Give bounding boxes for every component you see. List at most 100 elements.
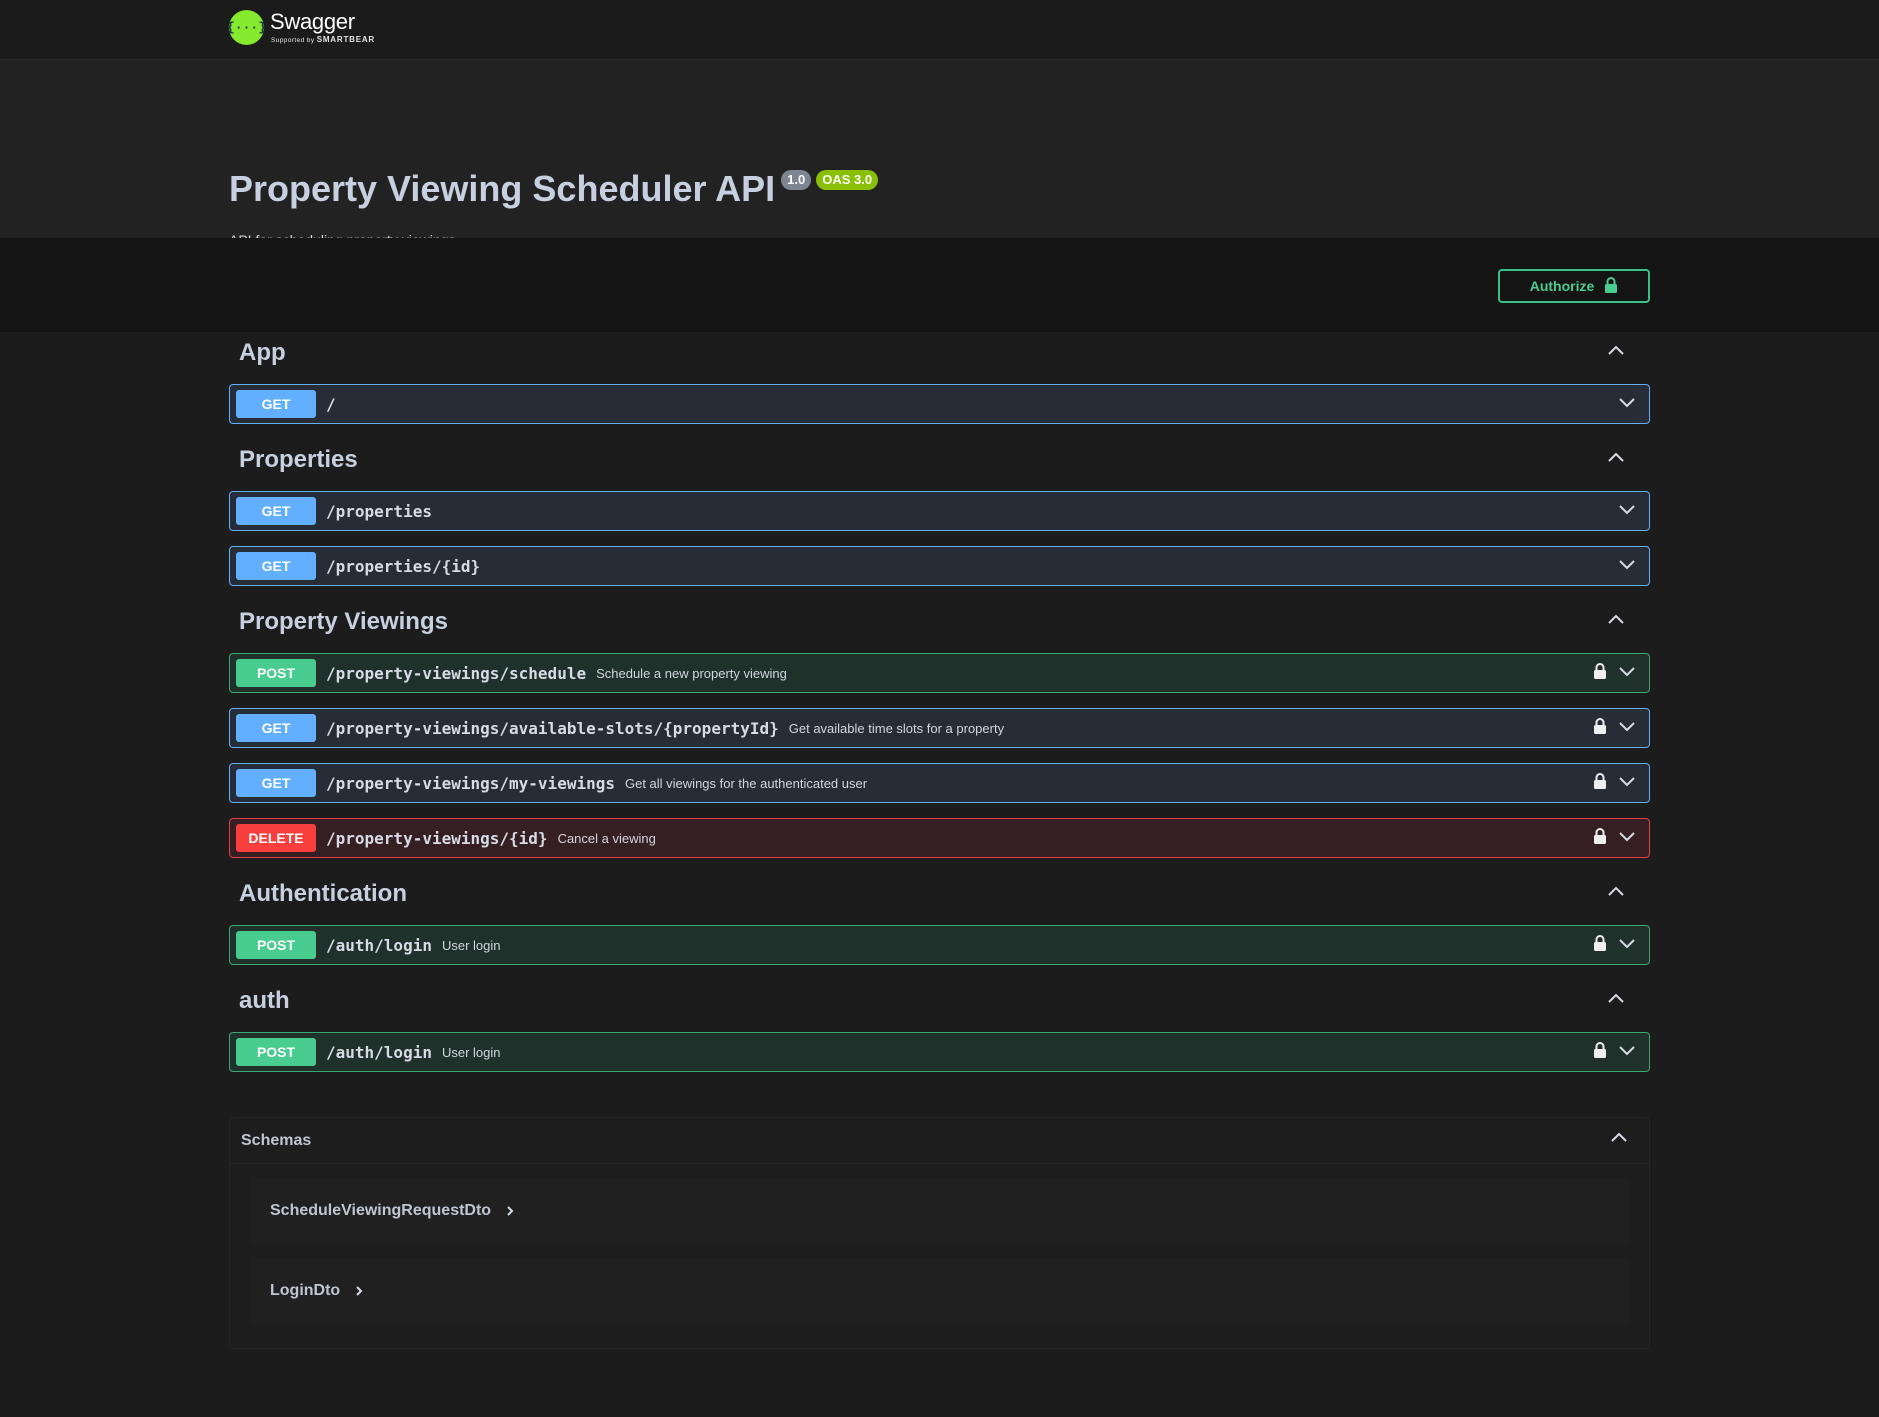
- method-badge: GET: [236, 390, 316, 418]
- method-badge: POST: [236, 1038, 316, 1066]
- operation-path: /property-viewings/schedule: [326, 663, 587, 683]
- lock-icon[interactable]: [1593, 1041, 1607, 1064]
- operation-summary: Schedule a new property viewing: [596, 665, 787, 681]
- model-name: LoginDto: [270, 1282, 341, 1299]
- operation-path: /: [326, 394, 336, 414]
- lock-icon[interactable]: [1593, 827, 1607, 850]
- chevron-up-icon[interactable]: [1606, 341, 1626, 366]
- operation-controls: [1617, 385, 1637, 423]
- operation-summary: User login: [441, 1044, 501, 1060]
- method-badge: POST: [236, 931, 316, 959]
- chevron-down-icon[interactable]: [1617, 933, 1637, 958]
- method-badge: POST: [236, 659, 316, 687]
- chevron-up-icon[interactable]: [1606, 882, 1626, 907]
- operation-controls: [1593, 654, 1637, 692]
- tag-name: App: [239, 339, 286, 366]
- chevron-down-icon[interactable]: [1617, 771, 1637, 796]
- operation-path: /property-viewings/available-slots/{prop…: [326, 718, 779, 738]
- tag-section-authentication: Authentication POST /auth/login User logi…: [229, 873, 1650, 965]
- lock-icon[interactable]: [1593, 934, 1607, 957]
- operation-summary: User login: [441, 937, 501, 953]
- authorize-label: Authorize: [1529, 278, 1595, 294]
- tag-section-properties: Properties GET /properties GET /properti…: [229, 439, 1650, 586]
- api-title-row: Property Viewing Scheduler API 1.0 OAS 3…: [229, 168, 879, 210]
- swagger-logo-icon: {···}: [227, 10, 266, 45]
- lock-icon[interactable]: [1593, 717, 1607, 740]
- operation-get-properties-id[interactable]: GET /properties/{id}: [229, 546, 1650, 586]
- chevron-up-icon[interactable]: [1606, 610, 1626, 635]
- chevron-down-icon[interactable]: [1617, 1040, 1637, 1065]
- tag-name: Property Viewings: [239, 608, 448, 635]
- tag-name: Properties: [239, 446, 358, 473]
- logo-text-block: Swagger Supported by SMARTBEAR: [270, 9, 375, 45]
- schemas-section: Schemas ScheduleViewingRequestDto LoginD…: [229, 1117, 1650, 1349]
- operation-path: /property-viewings/my-viewings: [326, 773, 615, 793]
- schemas-header[interactable]: Schemas: [230, 1118, 1649, 1164]
- operation-controls: [1593, 1033, 1637, 1071]
- scheme-container: Authorize: [0, 238, 1879, 332]
- chevron-up-icon[interactable]: [1606, 448, 1626, 473]
- model-name: ScheduleViewingRequestDto: [270, 1202, 492, 1219]
- schema-model-scheduleviewingrequestdto[interactable]: ScheduleViewingRequestDto: [250, 1178, 1629, 1244]
- operation-summary: Get available time slots for a property: [788, 720, 1005, 736]
- operation-get-properties[interactable]: GET /properties: [229, 491, 1650, 531]
- oas-badge: OAS 3.0: [816, 170, 879, 190]
- method-badge: GET: [236, 552, 316, 580]
- chevron-up-icon[interactable]: [1606, 989, 1626, 1014]
- swagger-logo[interactable]: {···} Swagger Supported by SMARTBEAR: [227, 9, 375, 45]
- operation-path: /auth/login: [326, 1042, 432, 1062]
- lock-icon[interactable]: [1593, 772, 1607, 795]
- api-info: Property Viewing Scheduler API 1.0 OAS 3…: [0, 60, 1879, 248]
- logo-title: Swagger: [270, 9, 355, 34]
- authorize-button[interactable]: Authorize: [1498, 269, 1650, 303]
- operations-content: App GET / Properties GET /properties GET…: [229, 332, 1650, 1349]
- operation-controls: [1617, 492, 1637, 530]
- tag-name: Authentication: [239, 880, 407, 907]
- tag-header[interactable]: Authentication: [229, 873, 1650, 915]
- chevron-down-icon[interactable]: [1617, 661, 1637, 686]
- method-badge: GET: [236, 714, 316, 742]
- chevron-up-icon[interactable]: [1609, 1128, 1629, 1153]
- chevron-down-icon[interactable]: [1617, 716, 1637, 741]
- operation-get-property-viewings-available-slots-propertyid[interactable]: GET /property-viewings/available-slots/{…: [229, 708, 1650, 748]
- tag-header[interactable]: Properties: [229, 439, 1650, 481]
- chevron-right-icon[interactable]: [354, 1285, 364, 1297]
- operation-path: /properties/{id}: [326, 556, 481, 576]
- operation-get-root[interactable]: GET /: [229, 384, 1650, 424]
- tag-header[interactable]: Property Viewings: [229, 601, 1650, 643]
- operation-path: /property-viewings/{id}: [326, 828, 548, 848]
- method-badge: GET: [236, 769, 316, 797]
- operation-get-property-viewings-my-viewings[interactable]: GET /property-viewings/my-viewings Get al…: [229, 763, 1650, 803]
- lock-icon[interactable]: [1593, 662, 1607, 685]
- operation-controls: [1593, 764, 1637, 802]
- operation-controls: [1593, 926, 1637, 964]
- method-badge: DELETE: [236, 824, 316, 852]
- lock-icon: [1604, 276, 1618, 297]
- tag-section-property-viewings: Property Viewings POST /property-viewing…: [229, 601, 1650, 858]
- chevron-down-icon[interactable]: [1617, 826, 1637, 851]
- schemas-title: Schemas: [241, 1131, 312, 1149]
- topbar: {···} Swagger Supported by SMARTBEAR: [0, 0, 1879, 60]
- tag-header[interactable]: auth: [229, 980, 1650, 1022]
- tag-header[interactable]: App: [229, 332, 1650, 374]
- operation-post-property-viewings-schedule[interactable]: POST /property-viewings/schedule Schedule…: [229, 653, 1650, 693]
- logo-sub-prefix: Supported by: [271, 37, 315, 44]
- chevron-down-icon[interactable]: [1617, 554, 1637, 579]
- logo-sub-brand: SMARTBEAR: [316, 35, 375, 44]
- operation-post-auth-login[interactable]: POST /auth/login User login: [229, 1032, 1650, 1072]
- operation-path: /auth/login: [326, 935, 432, 955]
- chevron-down-icon[interactable]: [1617, 499, 1637, 524]
- operation-delete-property-viewings-id[interactable]: DELETE /property-viewings/{id} Cancel a v…: [229, 818, 1650, 858]
- operation-controls: [1617, 547, 1637, 585]
- tag-name: auth: [239, 987, 290, 1014]
- version-badge: 1.0: [781, 170, 812, 190]
- tag-section-app: App GET /: [229, 332, 1650, 424]
- schema-model-logindto[interactable]: LoginDto: [250, 1258, 1629, 1324]
- chevron-right-icon[interactable]: [505, 1205, 515, 1217]
- chevron-down-icon[interactable]: [1617, 392, 1637, 417]
- operation-controls: [1593, 819, 1637, 857]
- operation-summary: Get all viewings for the authenticated u…: [624, 775, 868, 791]
- operation-summary: Cancel a viewing: [557, 830, 656, 846]
- operation-post-auth-login[interactable]: POST /auth/login User login: [229, 925, 1650, 965]
- api-title: Property Viewing Scheduler API: [229, 168, 776, 209]
